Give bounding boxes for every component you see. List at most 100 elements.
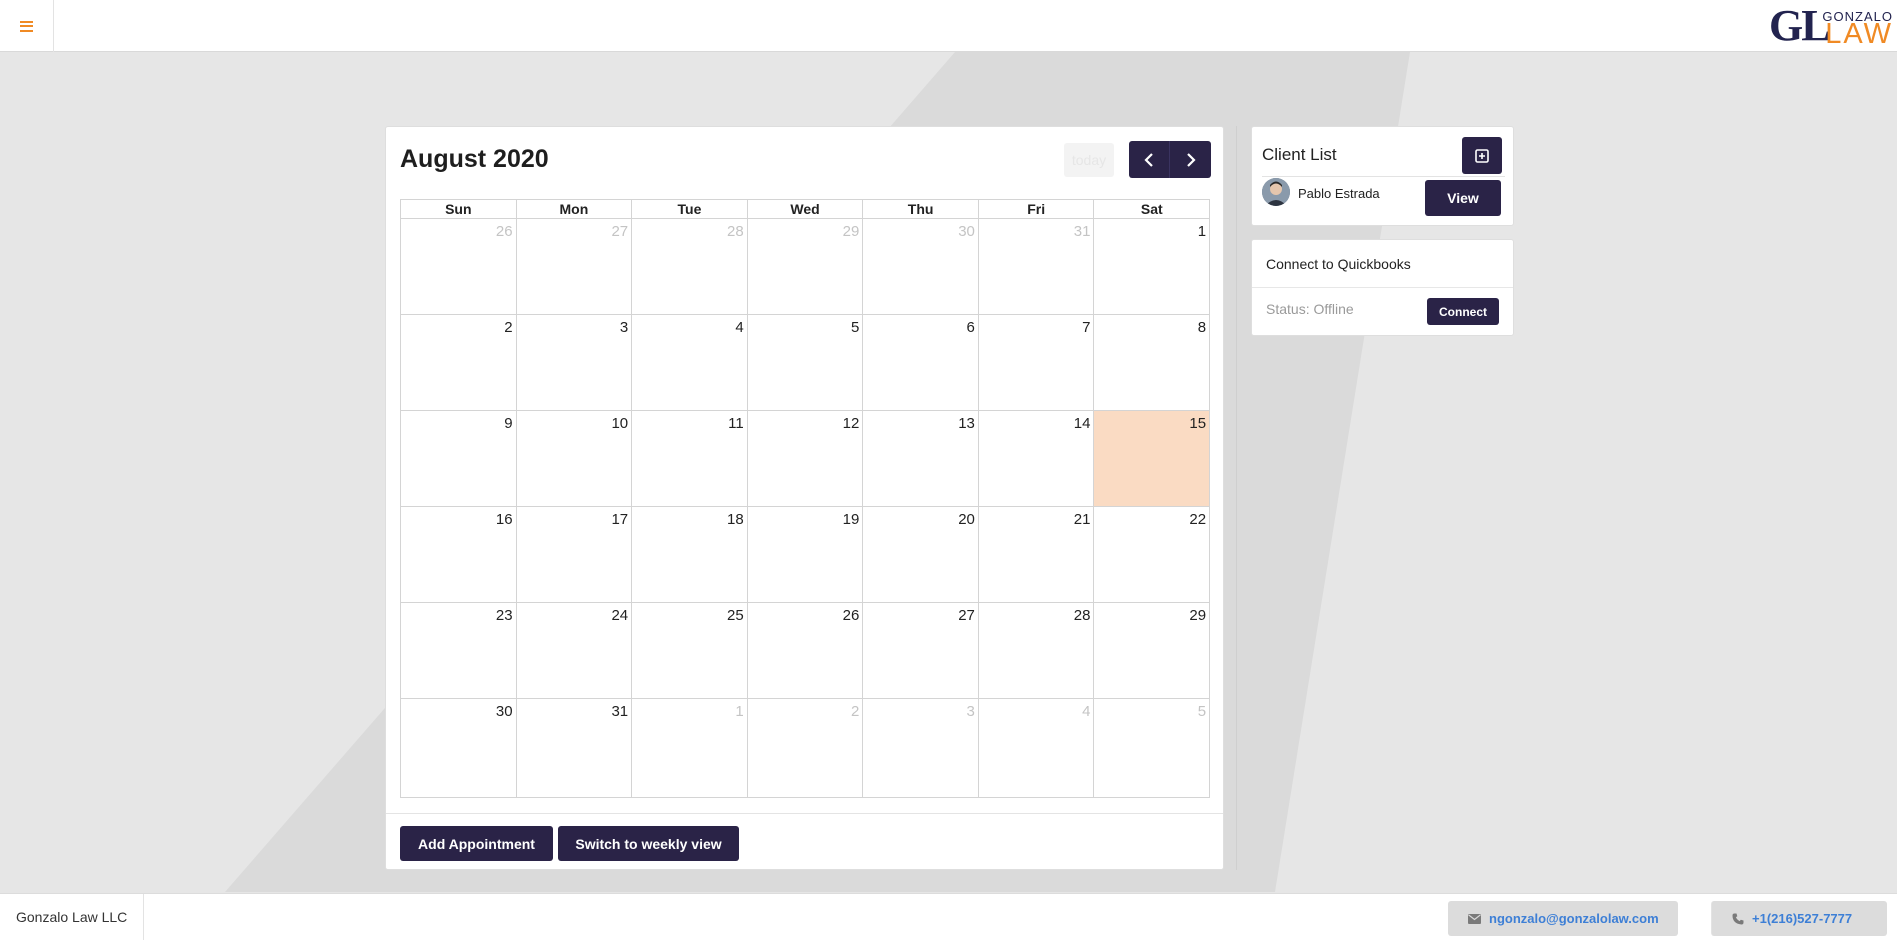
day-number: 4 <box>735 319 744 336</box>
calendar-day-cell[interactable]: 3 <box>517 315 633 410</box>
next-month-button[interactable] <box>1170 141 1211 178</box>
calendar-day-cell[interactable]: 11 <box>632 411 748 506</box>
column-divider <box>1236 126 1237 870</box>
calendar-day-cell[interactable]: 23 <box>401 603 517 698</box>
view-client-button[interactable]: View <box>1425 180 1501 216</box>
calendar-title: August 2020 <box>400 145 549 173</box>
calendar-day-cell[interactable]: 10 <box>517 411 633 506</box>
menu-button[interactable] <box>0 0 54 52</box>
calendar-day-cell[interactable]: 4 <box>979 699 1095 797</box>
day-number: 31 <box>1073 223 1091 240</box>
day-number: 1 <box>735 703 744 720</box>
footer-company: Gonzalo Law LLC <box>0 894 145 940</box>
switch-weekly-view-button[interactable]: Switch to weekly view <box>558 826 739 861</box>
calendar-panel: August 2020 today Sun Mon Tue Wed Thu Fri Sat … <box>385 126 1224 870</box>
day-number: 21 <box>1073 511 1091 528</box>
logo-law: LAW <box>1825 18 1893 50</box>
client-list-panel: Client List Pablo Estrada View <box>1251 126 1514 226</box>
day-number: 28 <box>727 223 744 240</box>
weekday-label: Sat <box>1140 201 1163 217</box>
calendar-day-cell[interactable]: 19 <box>748 507 864 602</box>
day-number: 26 <box>842 607 860 624</box>
calendar-day-cell[interactable]: 30 <box>401 699 517 797</box>
calendar-week-row: 9 10 11 12 13 14 15 <box>401 411 1210 507</box>
calendar-day-cell[interactable]: 24 <box>517 603 633 698</box>
calendar-day-cell[interactable]: 29 <box>1094 603 1209 698</box>
day-number: 12 <box>842 415 860 432</box>
calendar-week-row: 30 31 1 2 3 4 5 <box>401 699 1209 797</box>
client-list-divider <box>1262 176 1505 177</box>
day-number: 17 <box>611 511 629 528</box>
logo[interactable]: GL GONZALO LAW <box>1769 4 1893 50</box>
day-number: 16 <box>495 511 513 528</box>
avatar <box>1262 178 1290 206</box>
day-number: 8 <box>1197 319 1207 336</box>
weekday-label: Sun <box>401 200 517 218</box>
calendar-day-cell[interactable]: 26 <box>748 603 864 698</box>
calendar-day-cell[interactable]: 2 <box>401 315 517 410</box>
day-number: 5 <box>850 319 860 336</box>
calendar-day-cell[interactable]: 22 <box>1094 507 1209 602</box>
day-number: 11 <box>728 415 744 432</box>
connect-quickbooks-button[interactable]: Connect <box>1427 298 1499 325</box>
calendar-day-cell[interactable]: 28 <box>979 603 1095 698</box>
day-number: 29 <box>842 223 860 240</box>
prev-month-button[interactable] <box>1129 141 1170 178</box>
day-number: 25 <box>727 607 744 624</box>
day-number: 14 <box>1073 415 1091 432</box>
calendar-day-cell[interactable]: 4 <box>632 315 748 410</box>
calendar-day-cell[interactable]: 13 <box>863 411 979 506</box>
calendar-day-cell[interactable]: 31 <box>517 699 633 797</box>
phone-icon <box>1732 913 1744 924</box>
day-number: 18 <box>727 511 744 528</box>
plus-square-icon <box>1475 148 1489 163</box>
calendar-day-cell[interactable]: 1 <box>1094 219 1209 314</box>
calendar-day-cell[interactable]: 5 <box>1094 699 1209 797</box>
calendar-day-cell[interactable]: 30 <box>863 219 979 314</box>
add-client-button[interactable] <box>1462 137 1502 174</box>
calendar-day-cell[interactable]: 2 <box>748 699 864 797</box>
weekday-label: Wed <box>748 200 864 218</box>
calendar-day-cell[interactable]: 6 <box>863 315 979 410</box>
quickbooks-panel: Connect to Quickbooks Status: Offline Co… <box>1251 239 1514 336</box>
calendar-day-cell[interactable]: 31 <box>979 219 1095 314</box>
calendar-day-cell[interactable]: 21 <box>979 507 1095 602</box>
calendar-day-cell[interactable]: 18 <box>632 507 748 602</box>
email-link[interactable]: ngonzalo@gonzalolaw.com <box>1448 901 1678 936</box>
day-number: 2 <box>850 703 860 720</box>
month-navigation <box>1129 141 1211 178</box>
day-number: 30 <box>495 703 513 720</box>
day-number: 3 <box>966 703 975 720</box>
calendar-day-cell[interactable]: 28 <box>632 219 748 314</box>
calendar-day-cell[interactable]: 9 <box>401 411 517 506</box>
day-number: 1 <box>1197 223 1207 240</box>
calendar-day-cell[interactable]: 27 <box>863 603 979 698</box>
day-number: 2 <box>504 319 513 336</box>
calendar-day-cell[interactable]: 12 <box>748 411 864 506</box>
calendar-day-cell[interactable]: 3 <box>863 699 979 797</box>
day-number: 7 <box>1082 319 1091 336</box>
top-bar: GL GONZALO LAW <box>0 0 1897 52</box>
calendar-day-cell[interactable]: 1 <box>632 699 748 797</box>
calendar-day-cell[interactable]: 29 <box>748 219 864 314</box>
add-appointment-button[interactable]: Add Appointment <box>400 826 553 861</box>
calendar-day-cell[interactable]: 25 <box>632 603 748 698</box>
calendar-day-cell[interactable]: 27 <box>517 219 633 314</box>
day-number: 10 <box>611 415 629 432</box>
calendar-day-cell[interactable]: 16 <box>401 507 517 602</box>
chevron-right-icon <box>1186 152 1196 167</box>
calendar-day-cell[interactable]: 5 <box>748 315 864 410</box>
calendar-day-cell[interactable]: 17 <box>517 507 633 602</box>
calendar-day-cell[interactable]: 7 <box>979 315 1095 410</box>
calendar-day-cell[interactable]: 8 <box>1094 315 1209 410</box>
calendar-day-cell[interactable]: 14 <box>979 411 1095 506</box>
day-number: 5 <box>1197 703 1207 720</box>
day-number: 26 <box>495 223 513 240</box>
day-number: 13 <box>958 415 975 432</box>
day-number: 29 <box>1189 607 1207 624</box>
phone-link[interactable]: +1(216)527-7777 <box>1711 901 1887 936</box>
calendar-day-cell[interactable]: 26 <box>401 219 517 314</box>
weekday-label: Thu <box>863 200 979 218</box>
calendar-day-cell[interactable]: 20 <box>863 507 979 602</box>
calendar-day-today[interactable]: 15 <box>1094 411 1210 506</box>
